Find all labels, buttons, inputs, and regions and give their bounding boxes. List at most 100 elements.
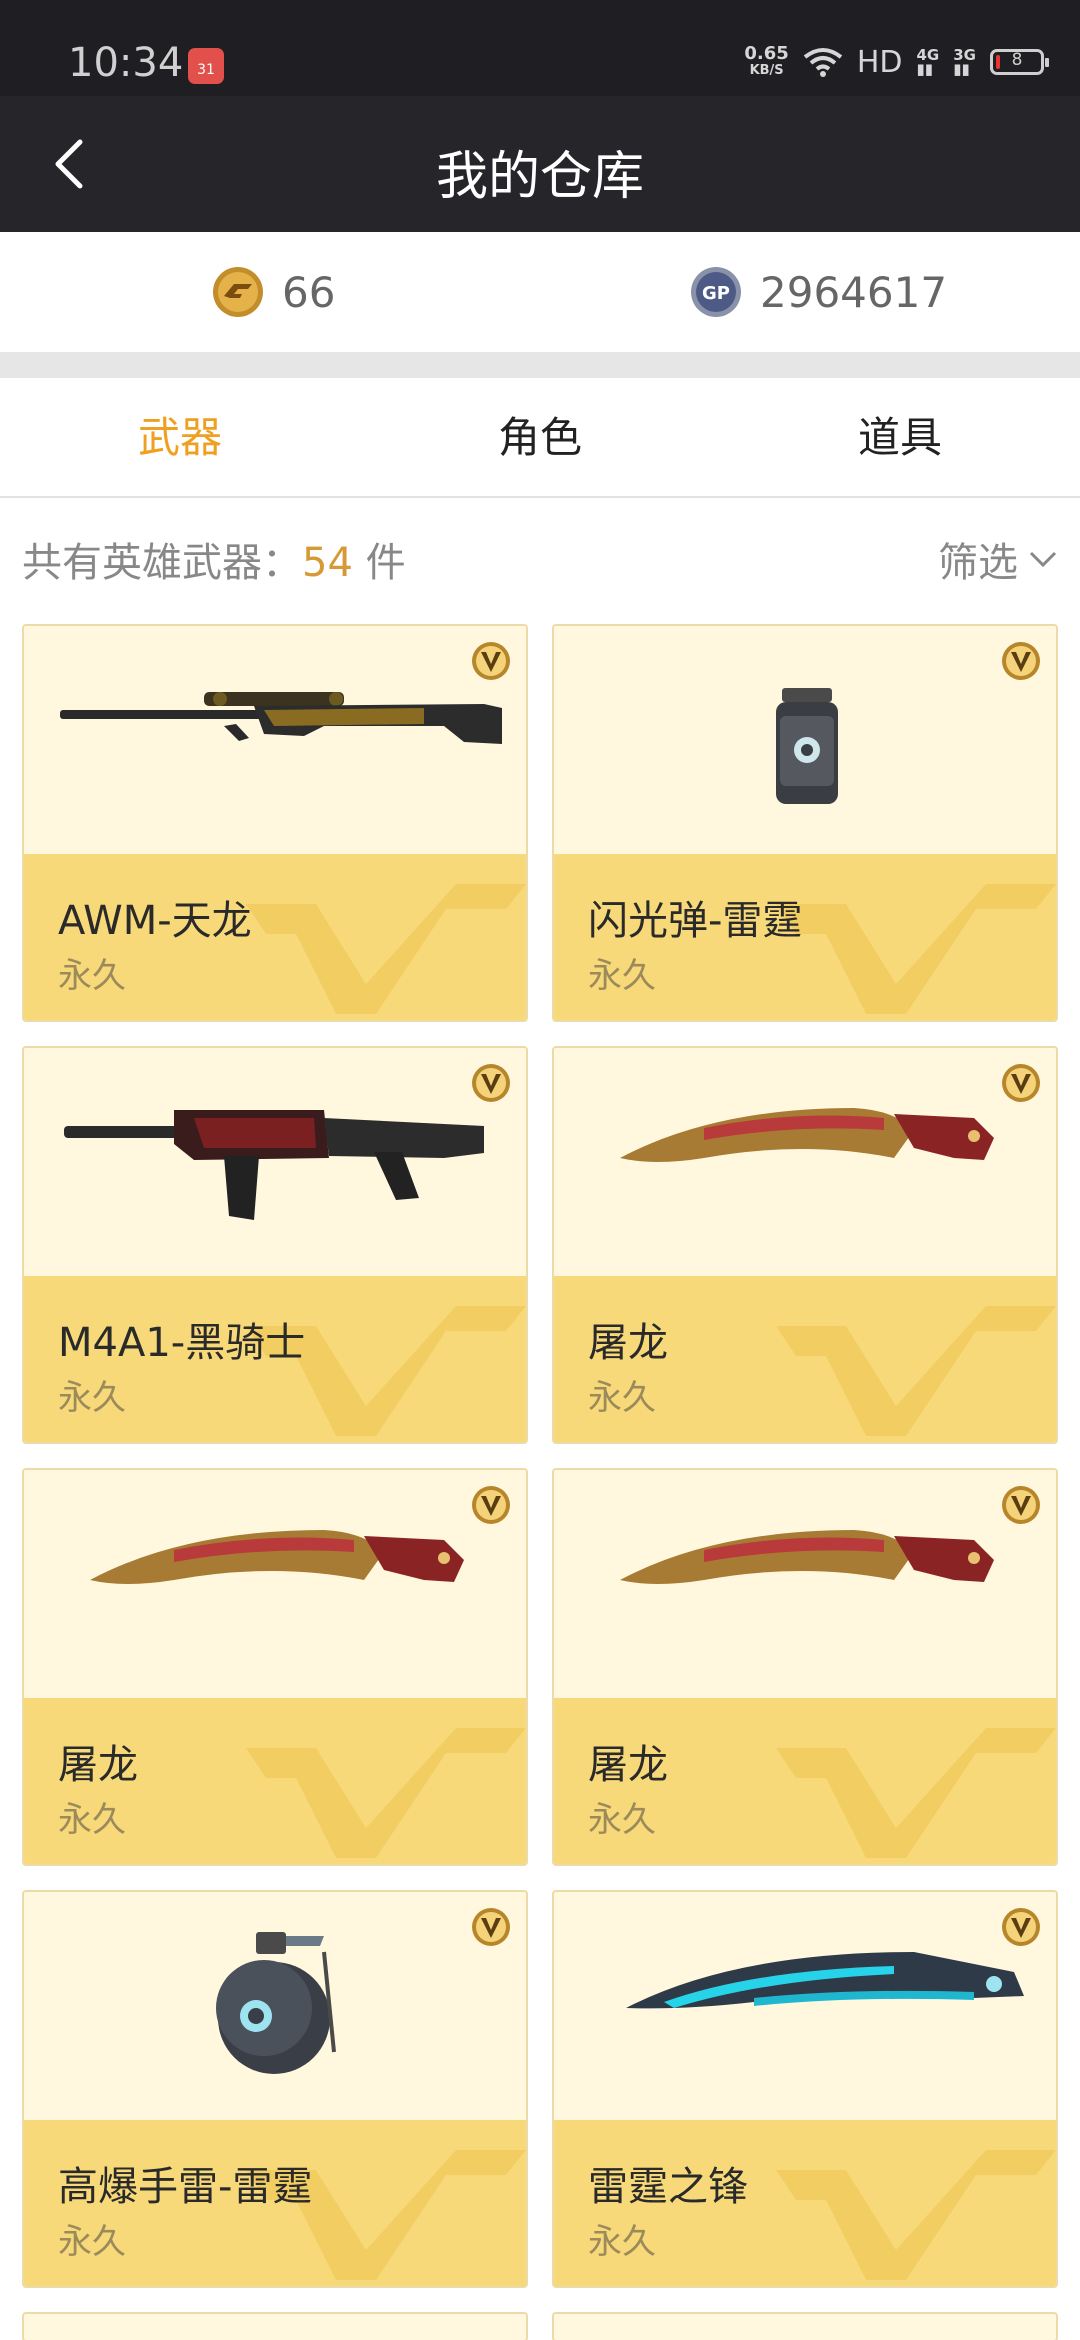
flash-grenade-icon xyxy=(776,688,838,804)
weapon-card[interactable]: 屠龙 永久 xyxy=(22,1468,528,1866)
frag-grenade-icon xyxy=(216,1932,336,2074)
weapon-duration: 永久 xyxy=(58,2222,126,2262)
card-info: 屠龙 永久 xyxy=(554,1276,1056,1442)
weapon-duration: 永久 xyxy=(58,1800,126,1840)
vip-badge-icon xyxy=(472,1908,510,1946)
cf-points: 66 xyxy=(212,266,335,318)
blade-icon xyxy=(626,1952,1024,2009)
signal-4g: 4G ▮▮ xyxy=(916,46,940,78)
weapon-name: M4A1-黑骑士 xyxy=(58,1320,306,1366)
filter-label: 筛选 xyxy=(938,540,1018,586)
wifi-icon xyxy=(803,48,843,77)
cf-logo-watermark xyxy=(246,1728,526,1858)
tab-items[interactable]: 道具 xyxy=(720,378,1080,496)
weapon-duration: 永久 xyxy=(58,956,126,996)
section-divider xyxy=(0,352,1080,378)
gp-points: GP 2964617 xyxy=(690,266,947,318)
weapon-image-area xyxy=(554,626,1056,854)
sniper-rifle-icon xyxy=(60,692,502,744)
vip-badge-icon xyxy=(472,1064,510,1102)
weapon-image-area xyxy=(554,1892,1056,2120)
weapon-image-area xyxy=(24,1048,526,1276)
weapon-duration: 永久 xyxy=(588,2222,656,2262)
currency-row: 66 GP 2964617 xyxy=(0,232,1080,352)
weapon-image-area xyxy=(24,626,526,854)
machete-icon xyxy=(620,1530,994,1584)
weapon-duration: 永久 xyxy=(588,1378,656,1418)
weapon-name: 高爆手雷-雷霆 xyxy=(58,2164,313,2210)
network-speed-unit: KB/S xyxy=(749,63,784,78)
vip-badge-icon xyxy=(1002,1064,1040,1102)
card-info: 闪光弹-雷霆 永久 xyxy=(554,854,1056,1020)
vip-badge-icon xyxy=(1002,642,1040,680)
signal-3g-label: 3G xyxy=(953,46,976,64)
weapon-count-summary: 共有英雄武器：54 件 xyxy=(22,530,406,588)
weapon-duration: 永久 xyxy=(58,1378,126,1418)
weapon-name: 屠龙 xyxy=(58,1742,138,1788)
hd-indicator: HD xyxy=(856,44,903,80)
signal-4g-label: 4G xyxy=(916,46,940,64)
summary-prefix: 共有英雄武器： xyxy=(22,540,302,586)
weapon-name: AWM-天龙 xyxy=(58,898,252,944)
network-speed: 0.65 KB/S xyxy=(744,45,788,79)
cf-logo-watermark xyxy=(246,884,526,1014)
vip-badge-icon xyxy=(1002,1486,1040,1524)
weapon-card[interactable]: 高爆手雷-雷霆 永久 xyxy=(22,1890,528,2288)
status-bar: 10:34 31 0.65 KB/S HD 4G ▮▮ 3G ▮▮ 8 xyxy=(0,0,1080,96)
vip-badge-icon xyxy=(1002,1908,1040,1946)
weapon-image-area xyxy=(24,1470,526,1698)
card-info: M4A1-黑骑士 永久 xyxy=(24,1276,526,1442)
vip-badge-icon xyxy=(472,642,510,680)
weapon-card[interactable]: 雷霆之锋 永久 xyxy=(552,1890,1058,2288)
cf-logo-watermark xyxy=(776,2150,1056,2280)
card-info: 屠龙 永久 xyxy=(24,1698,526,1864)
battery-icon: 8 xyxy=(990,49,1049,75)
weapon-name: 屠龙 xyxy=(588,1742,668,1788)
weapon-name: 屠龙 xyxy=(588,1320,668,1366)
tab-characters[interactable]: 角色 xyxy=(360,378,720,496)
weapon-image-area xyxy=(554,1048,1056,1276)
weapon-name: 闪光弹-雷霆 xyxy=(588,898,803,944)
assault-rifle-icon xyxy=(64,1110,484,1220)
page-title: 我的仓库 xyxy=(435,147,644,207)
cf-logo-watermark xyxy=(776,1728,1056,1858)
card-info: 屠龙 永久 xyxy=(554,1698,1056,1864)
category-tabs: 武器 角色 道具 xyxy=(0,378,1080,498)
weapon-card[interactable]: AWM-天龙 永久 xyxy=(22,624,528,1022)
weapon-card[interactable]: M4A1-黑骑士 永久 xyxy=(22,1046,528,1444)
vip-badge-icon xyxy=(472,1486,510,1524)
cf-coin-icon xyxy=(213,267,263,317)
weapon-card[interactable]: 闪光弹-雷霆 永久 xyxy=(552,624,1058,1022)
card-info: 高爆手雷-雷霆 永久 xyxy=(24,2120,526,2286)
weapon-duration: 永久 xyxy=(588,1800,656,1840)
weapon-image-area xyxy=(554,1470,1056,1698)
signal-3g: 3G ▮▮ xyxy=(953,46,976,78)
gp-coin-label: GP xyxy=(702,283,730,304)
machete-icon xyxy=(90,1530,464,1584)
chevron-down-icon xyxy=(1029,551,1057,568)
status-indicators: 0.65 KB/S HD 4G ▮▮ 3G ▮▮ 8 xyxy=(744,42,1049,82)
tab-weapons[interactable]: 武器 xyxy=(0,378,360,496)
weapon-grid: AWM-天龙 永久 闪光弹-雷霆 永久 M4A1-黑骑士 永久 屠龙 永久 屠龙… xyxy=(22,624,1058,2340)
status-time: 10:34 xyxy=(68,40,184,86)
summary-suffix: 件 xyxy=(352,540,406,586)
weapon-card-partial[interactable] xyxy=(552,2312,1058,2340)
card-info: 雷霆之锋 永久 xyxy=(554,2120,1056,2286)
cf-points-value: 66 xyxy=(282,267,336,317)
network-speed-value: 0.65 xyxy=(744,43,789,64)
gp-coin-icon: GP xyxy=(691,267,741,317)
weapon-name: 雷霆之锋 xyxy=(588,2164,748,2210)
calendar-icon: 31 xyxy=(188,48,224,84)
weapon-duration: 永久 xyxy=(588,956,656,996)
filter-button[interactable]: 筛选 xyxy=(938,530,1058,588)
app-header: 我的仓库 xyxy=(0,96,1080,232)
cf-logo-watermark xyxy=(776,1306,1056,1436)
weapon-image-area xyxy=(24,1892,526,2120)
weapon-card[interactable]: 屠龙 永久 xyxy=(552,1046,1058,1444)
weapon-card[interactable]: 屠龙 永久 xyxy=(552,1468,1058,1866)
machete-icon xyxy=(620,1108,994,1162)
weapon-card-partial[interactable] xyxy=(22,2312,528,2340)
gp-points-value: 2964617 xyxy=(760,267,948,317)
card-info: AWM-天龙 永久 xyxy=(24,854,526,1020)
summary-count: 54 xyxy=(302,540,353,586)
